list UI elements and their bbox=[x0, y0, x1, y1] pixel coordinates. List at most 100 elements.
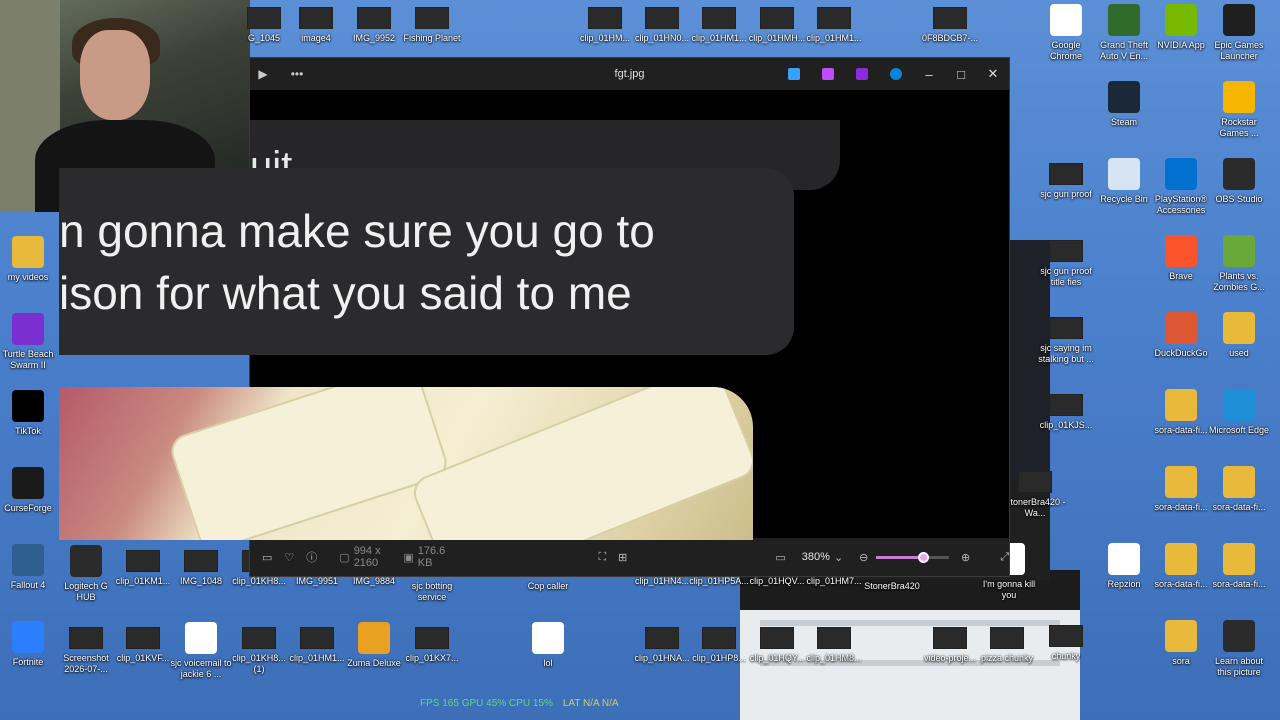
desktop-icon[interactable]: Grand Theft Auto V En... bbox=[1093, 4, 1155, 62]
desktop-icon[interactable]: NVIDIA App bbox=[1150, 4, 1212, 51]
desktop-icon[interactable]: sjc gun proof title fies bbox=[1035, 235, 1097, 288]
zoom-slider[interactable] bbox=[876, 551, 949, 563]
desktop-icon[interactable]: clip_01HM8... bbox=[803, 622, 865, 664]
info-icon[interactable]: ⓘ bbox=[306, 549, 317, 565]
app-icon bbox=[1223, 466, 1255, 498]
window-titlebar[interactable]: ▶ ••• fgt.jpg – □ ✕ bbox=[250, 58, 1009, 90]
desktop-icon[interactable]: clip_01HM1... bbox=[803, 2, 865, 44]
minimize-button[interactable]: – bbox=[913, 67, 945, 82]
desktop-icon[interactable]: sora-data-fi... bbox=[1150, 389, 1212, 436]
fullscreen-icon[interactable]: ⤢ bbox=[1000, 551, 1009, 564]
desktop-icon[interactable]: image4 bbox=[285, 2, 347, 44]
thumbnail-icon bbox=[126, 627, 160, 649]
desktop-icon-label: image4 bbox=[301, 33, 331, 43]
desktop-icon[interactable]: sora-data-fi... bbox=[1208, 466, 1270, 513]
thumbnail-icon bbox=[702, 7, 736, 29]
desktop-icon[interactable]: my videos bbox=[0, 236, 59, 283]
app-icon bbox=[185, 622, 217, 654]
desktop-icon[interactable]: Zuma Deluxe bbox=[343, 622, 405, 669]
desktop-icon[interactable]: CurseForge bbox=[0, 467, 59, 514]
desktop-icon[interactable]: clip_01HQY... bbox=[746, 622, 808, 664]
more-options-icon[interactable]: ••• bbox=[284, 67, 310, 81]
desktop-icon[interactable]: Epic Games Launcher bbox=[1208, 4, 1270, 62]
desktop-icon[interactable]: Fortnite bbox=[0, 621, 59, 668]
desktop-icon-label: Logitech G HUB bbox=[64, 581, 108, 602]
desktop-icon[interactable]: clip_01HM... bbox=[574, 2, 636, 44]
desktop-icon[interactable]: clip_01KX7... bbox=[401, 622, 463, 664]
desktop-icon[interactable]: Fishing Planet bbox=[401, 2, 463, 44]
desktop-icon[interactable]: Brave bbox=[1150, 235, 1212, 282]
desktop-icon[interactable]: TikTok bbox=[0, 390, 59, 437]
desktop-icon[interactable]: Logitech G HUB bbox=[55, 545, 117, 603]
desktop-icon[interactable]: clip_01KJS... bbox=[1035, 389, 1097, 431]
desktop-icon[interactable]: clip_01HMH... bbox=[746, 2, 808, 44]
zoom-out-icon[interactable]: ⊖ bbox=[859, 551, 868, 564]
zoom-in-icon[interactable]: ⊕ bbox=[961, 551, 970, 564]
desktop-icon[interactable]: clip_01HM1... bbox=[688, 2, 750, 44]
zoom-dropdown[interactable]: 380% ⌄ bbox=[802, 551, 843, 564]
app-icon bbox=[1165, 4, 1197, 36]
desktop-icon[interactable]: sora-data-fi... bbox=[1150, 543, 1212, 590]
desktop-icon[interactable]: clip_01HNA... bbox=[631, 622, 693, 664]
desktop-icon[interactable]: Screenshot 2026-07-... bbox=[55, 622, 117, 675]
close-button[interactable]: ✕ bbox=[977, 66, 1009, 82]
desktop-icon-label: pizza chunky bbox=[980, 653, 1034, 663]
desktop-icon[interactable]: Repzion bbox=[1093, 543, 1155, 590]
desktop-icon[interactable]: Recycle Bin bbox=[1093, 158, 1155, 205]
filmstrip-icon[interactable]: ▭ bbox=[262, 551, 272, 564]
desktop-icon[interactable]: DuckDuckGo bbox=[1150, 312, 1212, 359]
slideshow-icon[interactable]: ▶ bbox=[250, 67, 276, 81]
desktop-icon[interactable]: sora-data-fi... bbox=[1208, 543, 1270, 590]
desktop-icon[interactable]: clip_01KVF... bbox=[112, 622, 174, 664]
desktop-icon[interactable]: OBS Studio bbox=[1208, 158, 1270, 205]
desktop-icon-label: clip_01HP5A... bbox=[689, 576, 749, 586]
desktop-icon[interactable]: sjc voicemail to jackie 6 ... bbox=[170, 622, 232, 680]
visual-search-icon[interactable]: ⊞ bbox=[618, 551, 627, 564]
desktop-icon-label: IMG_1048 bbox=[179, 576, 223, 586]
desktop-icon[interactable]: pizza chunky bbox=[976, 622, 1038, 664]
desktop-icon[interactable]: Steam bbox=[1093, 81, 1155, 128]
desktop-icon[interactable]: clip_01HM1... bbox=[286, 622, 348, 664]
maximize-button[interactable]: □ bbox=[945, 67, 977, 82]
onedrive-icon[interactable] bbox=[890, 68, 902, 80]
desktop-icon[interactable]: lol bbox=[517, 622, 579, 669]
desktop-icon[interactable]: sora-data-fi... bbox=[1150, 466, 1212, 513]
designer-app-icon[interactable] bbox=[822, 68, 834, 80]
desktop-icon[interactable]: Turtle Beach Swarm II bbox=[0, 313, 59, 371]
desktop-icon[interactable]: Plants vs. Zombies G... bbox=[1208, 235, 1270, 293]
desktop-icon[interactable]: 0F8BDCB7-... bbox=[919, 2, 981, 44]
desktop-icon[interactable]: sora bbox=[1150, 620, 1212, 667]
desktop-icon[interactable]: StonerBra420 - Wa... bbox=[1004, 466, 1066, 519]
desktop-icon[interactable]: clip_01HN0... bbox=[631, 2, 693, 44]
desktop-icon[interactable]: Learn about this picture bbox=[1208, 620, 1270, 678]
desktop-icon-label: chunky bbox=[1051, 651, 1081, 661]
pills-photo bbox=[59, 387, 753, 540]
fit-to-window-icon[interactable]: ▭ bbox=[775, 551, 785, 564]
desktop-icon-label: Fallout 4 bbox=[10, 580, 46, 590]
clipchamp-app-icon[interactable] bbox=[856, 68, 868, 80]
desktop-icon[interactable]: Fallout 4 bbox=[0, 544, 59, 591]
zoom-slider-knob[interactable] bbox=[918, 551, 930, 563]
favorite-icon[interactable]: ♡ bbox=[284, 551, 294, 564]
message-line-1: n gonna make sure you go to bbox=[59, 205, 655, 257]
desktop-icon[interactable]: IMG_9952 bbox=[343, 2, 405, 44]
desktop-icon[interactable]: sjc gun proof bbox=[1035, 158, 1097, 200]
desktop-icon[interactable]: used bbox=[1208, 312, 1270, 359]
edit-app-icon[interactable] bbox=[788, 68, 800, 80]
app-icon bbox=[1165, 466, 1197, 498]
desktop-icon[interactable]: chunky bbox=[1035, 620, 1097, 662]
desktop-icon[interactable]: clip_01HP8... bbox=[688, 622, 750, 664]
desktop-icon[interactable]: clip_01KM1... bbox=[112, 545, 174, 587]
desktop-icon[interactable]: Rockstar Games ... bbox=[1208, 81, 1270, 139]
desktop-icon[interactable]: IMG_1048 bbox=[170, 545, 232, 587]
app-icon bbox=[532, 622, 564, 654]
desktop-icon[interactable]: clip_01KH8... (1) bbox=[228, 622, 290, 675]
desktop-icon-label: clip_01HM8... bbox=[806, 653, 862, 663]
crop-icon[interactable]: ⛶ bbox=[598, 551, 606, 564]
desktop-icon[interactable]: Microsoft Edge bbox=[1208, 389, 1270, 436]
desktop-icon-label: clip_01HMH... bbox=[748, 33, 806, 43]
desktop-icon[interactable]: PlayStation® Accessories bbox=[1150, 158, 1212, 216]
desktop-icon[interactable]: sjc saying im stalking but ... bbox=[1035, 312, 1097, 365]
desktop-icon[interactable]: Google Chrome bbox=[1035, 4, 1097, 62]
desktop-icon[interactable]: video-proje... bbox=[919, 622, 981, 664]
